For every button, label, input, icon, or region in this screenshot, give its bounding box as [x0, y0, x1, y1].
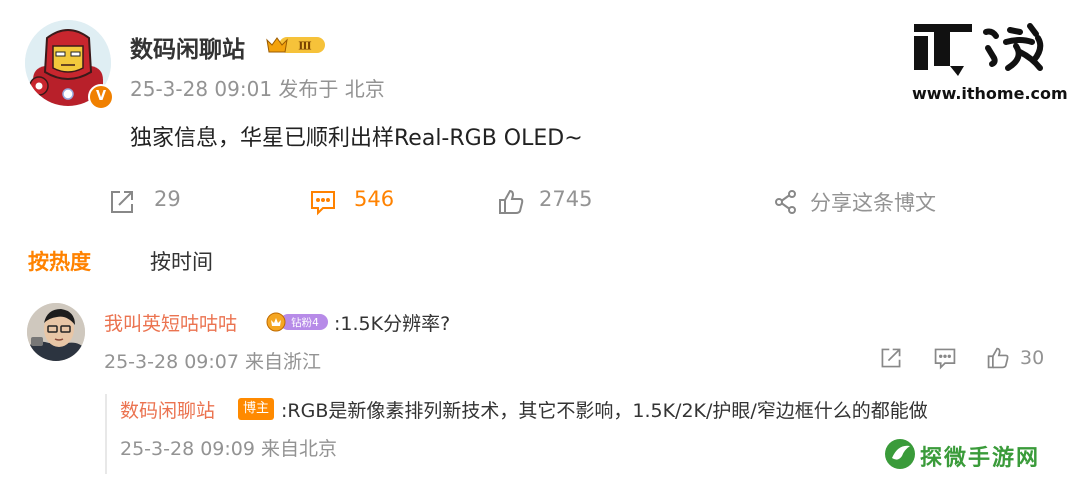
reply-meta: 25-3-28 09:09 来自北京 — [120, 434, 337, 461]
ithome-url: www.ithome.com — [912, 84, 1068, 103]
comment-icon[interactable] — [309, 188, 337, 216]
tanwei-watermark: 探微手游网 — [920, 446, 1041, 471]
host-badge: 博主 — [238, 398, 274, 420]
author-name[interactable]: 数码闲聊站 — [130, 30, 245, 64]
commenter-name[interactable]: 我叫英短咕咕咕 — [104, 309, 237, 336]
tanwei-logo-icon — [884, 438, 916, 470]
member-level-label: Ⅲ — [298, 40, 311, 53]
reply-text: :RGB是新像素排列新技术，其它不影响，1.5K/2K/护眼/窄边框什么的都能做 — [281, 400, 928, 422]
tab-sort-by-hot[interactable]: 按热度 — [28, 246, 91, 276]
comment-meta: 25-3-28 09:07 来自浙江 — [104, 347, 321, 374]
fan-level-label: 钻粉4 — [291, 316, 319, 329]
comment-like-count[interactable]: 30 — [1020, 347, 1044, 369]
share-icon[interactable] — [772, 188, 800, 216]
comment-text: :1.5K分辨率? — [334, 313, 451, 335]
reply-divider — [105, 394, 107, 474]
reply-source: 来自北京 — [261, 438, 338, 460]
ithome-logo — [912, 18, 1057, 80]
comment-timestamp: 25-3-28 09:07 — [104, 351, 239, 373]
verified-badge: V — [88, 84, 114, 110]
fan-level-badge[interactable]: 钻粉4 — [266, 311, 330, 333]
reply-author-name[interactable]: 数码闲聊站 — [120, 396, 215, 423]
reply-timestamp: 25-3-28 09:09 — [120, 438, 255, 460]
like-count[interactable]: 2745 — [539, 187, 592, 211]
post-meta: 25-3-28 09:01 发布于 北京 — [130, 73, 385, 102]
post-body: 独家信息，华星已顺利出样Real-RGB OLED~ — [130, 126, 583, 151]
like-icon[interactable] — [497, 188, 525, 216]
share-label[interactable]: 分享这条博文 — [810, 187, 936, 217]
comment-count[interactable]: 546 — [354, 187, 394, 211]
post-timestamp: 25-3-28 09:01 — [130, 77, 273, 101]
repost-count[interactable]: 29 — [154, 187, 181, 211]
comment-reply-icon[interactable] — [933, 346, 957, 370]
comment-source: 来自浙江 — [245, 351, 322, 373]
repost-icon[interactable] — [108, 188, 136, 216]
member-level-badge[interactable]: Ⅲ — [265, 34, 327, 56]
comment-like-icon[interactable] — [986, 346, 1010, 370]
post-source: 发布于 北京 — [278, 77, 385, 101]
commenter-avatar[interactable] — [27, 303, 85, 361]
comment-repost-icon[interactable] — [879, 346, 903, 370]
tab-sort-by-time[interactable]: 按时间 — [150, 246, 213, 276]
